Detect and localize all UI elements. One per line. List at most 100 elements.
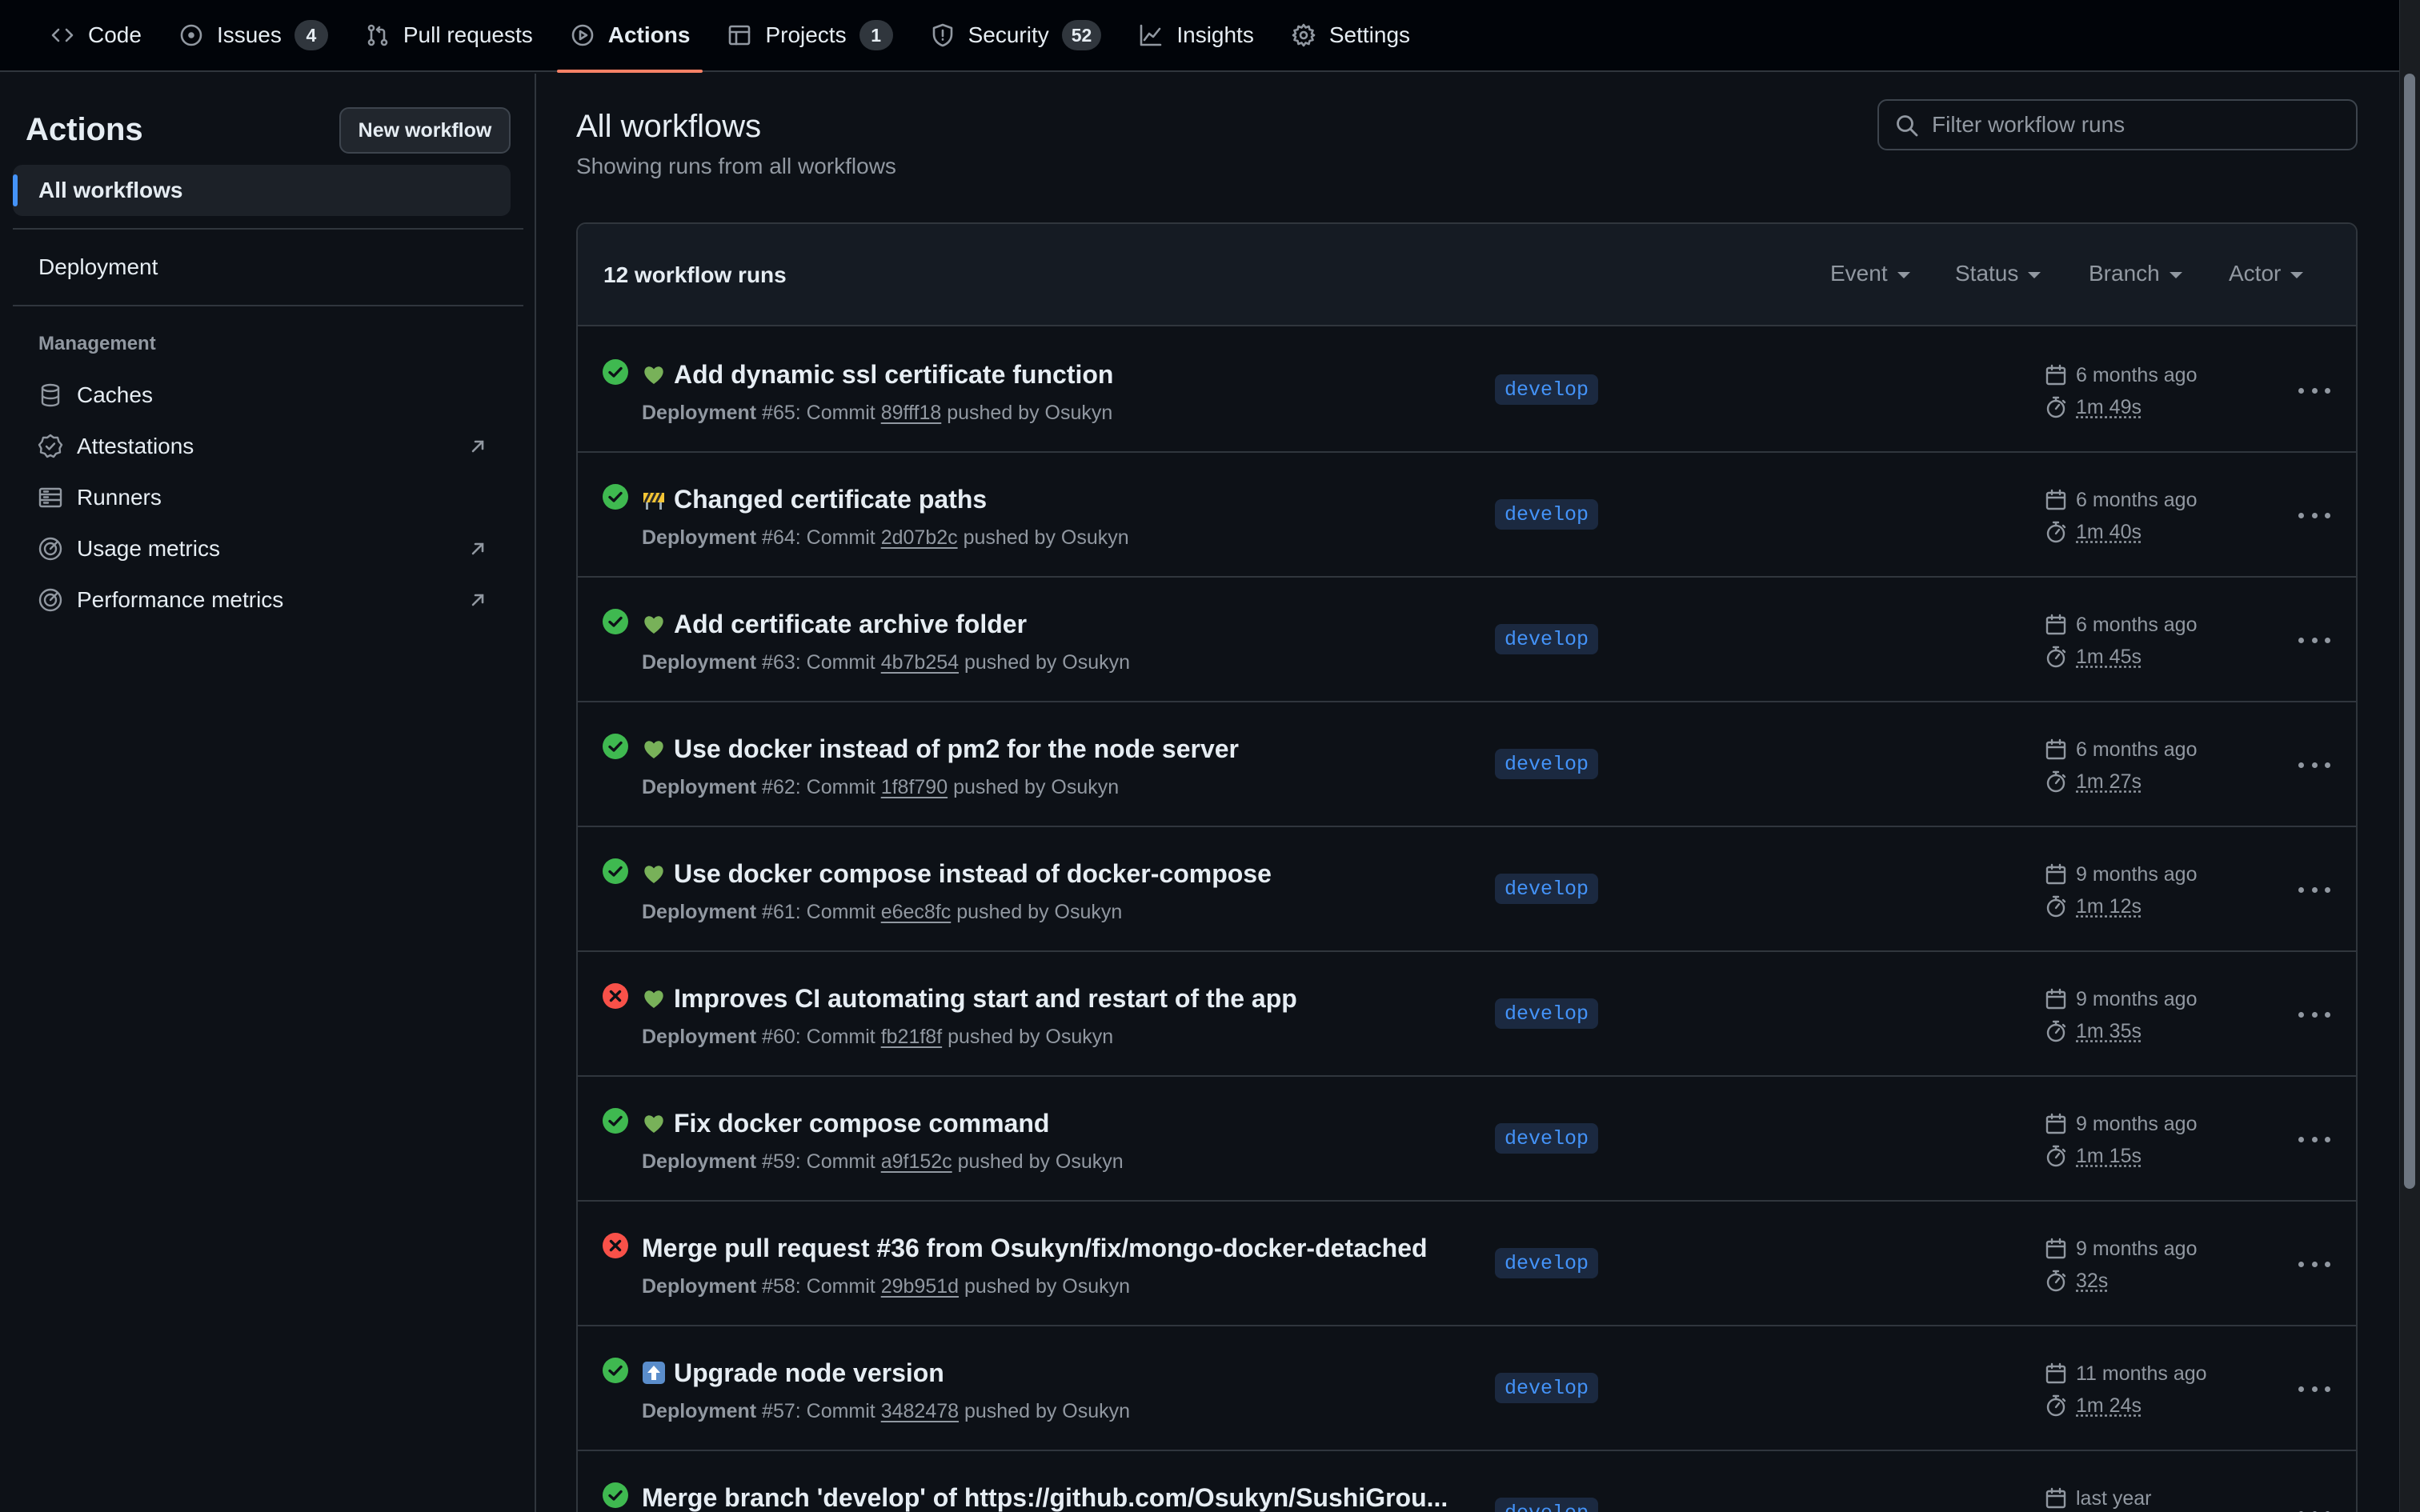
tab-code[interactable]: Code (37, 0, 154, 71)
divider (13, 228, 523, 230)
commit-link[interactable]: 2d07b2c (881, 526, 958, 549)
run-title-text: Add certificate archive folder (674, 610, 1028, 638)
run-title-link[interactable]: Fix docker compose command (642, 1109, 1049, 1138)
branch-label[interactable]: develop (1495, 1248, 1599, 1278)
run-date: 6 months ago (2044, 613, 2198, 637)
commit-link[interactable]: fb21f8f (881, 1026, 942, 1048)
run-title-link[interactable]: Add dynamic ssl certificate function (642, 360, 1113, 390)
run-number: #60: Commit (756, 1026, 881, 1048)
search-input[interactable] (1932, 112, 2348, 138)
issue-icon (180, 24, 202, 46)
workflow-run-row[interactable]: Merge branch 'develop' of https://github… (578, 1451, 2356, 1512)
kebab-horizontal-icon[interactable] (2298, 1373, 2330, 1405)
sidebar-item-attestations[interactable]: Attestations (13, 422, 511, 470)
sidebar-item-caches[interactable]: Caches (13, 371, 511, 419)
tab-security[interactable]: Security 52 (917, 0, 1115, 71)
kebab-horizontal-icon[interactable] (2298, 1498, 2330, 1512)
database-icon (41, 383, 60, 407)
run-title-link[interactable]: Improves CI automating start and restart… (642, 984, 1297, 1014)
run-title-link[interactable]: Merge branch 'develop' of https://github… (642, 1483, 1448, 1512)
stopwatch-icon (2046, 1270, 2066, 1292)
new-workflow-button[interactable]: New workflow (339, 107, 511, 154)
run-number: #64: Commit (756, 526, 881, 549)
branch-label[interactable]: develop (1495, 499, 1599, 530)
run-status (602, 1107, 629, 1134)
kebab-horizontal-icon[interactable] (2298, 749, 2330, 781)
kebab-horizontal-icon[interactable] (2298, 1123, 2330, 1155)
sidebar-item-deployment[interactable]: Deployment (13, 242, 511, 293)
workflow-run-row[interactable]: Upgrade node version Deployment #57: Comm… (578, 1326, 2356, 1451)
pushed-by-text: pushed by Osukyn (959, 1275, 1131, 1298)
workflow-run-row[interactable]: Merge pull request #36 from Osukyn/fix/m… (578, 1202, 2356, 1326)
branch-label[interactable]: develop (1495, 1373, 1599, 1403)
run-title-link[interactable]: Use docker compose instead of docker-com… (642, 859, 1272, 889)
verified-icon (38, 434, 63, 458)
commit-link[interactable]: e6ec8fc (881, 901, 952, 923)
branch-filter-dropdown[interactable]: Branch (2089, 261, 2182, 286)
workflow-run-row[interactable]: Improves CI automating start and restart… (578, 952, 2356, 1077)
tab-issues[interactable]: Issues 4 (166, 0, 341, 71)
workflow-run-row[interactable]: Add dynamic ssl certificate function Depl… (578, 328, 2356, 453)
stopwatch-icon (2046, 1020, 2066, 1042)
kebab-horizontal-icon[interactable] (2298, 499, 2330, 531)
scrollbar-thumb[interactable] (2404, 74, 2415, 1189)
run-title-text: Add dynamic ssl certificate function (674, 360, 1114, 389)
workflow-run-row[interactable]: Add certificate archive folder Deployment… (578, 578, 2356, 702)
green-heart-icon (644, 866, 663, 883)
sidebar-item-performance-metrics[interactable]: Performance metrics (13, 576, 511, 624)
run-title-link[interactable]: Use docker instead of pm2 for the node s… (642, 734, 1239, 764)
sidebar-item-runners[interactable]: Runners (13, 474, 511, 522)
gear-icon (1292, 23, 1316, 47)
tab-settings[interactable]: Settings (1278, 0, 1423, 71)
run-duration-text: 1m 24s (2076, 1394, 2142, 1417)
stopwatch-icon (2046, 1394, 2066, 1417)
kebab-horizontal-icon[interactable] (2298, 1248, 2330, 1280)
run-date-text: 9 months ago (2076, 1112, 2198, 1135)
commit-link[interactable]: 29b951d (881, 1275, 959, 1298)
branch-label[interactable]: develop (1495, 749, 1599, 779)
run-title-text: Changed certificate paths (674, 485, 988, 514)
workflow-run-row[interactable]: Changed certificate paths Deployment #64:… (578, 453, 2356, 578)
sidebar-item-label: Caches (77, 382, 153, 407)
workflow-run-row[interactable]: Fix docker compose command Deployment #59… (578, 1077, 2356, 1202)
run-title-link[interactable]: Merge pull request #36 from Osukyn/fix/m… (642, 1234, 1428, 1263)
event-filter-dropdown[interactable]: Event (1830, 261, 1910, 286)
branch-label[interactable]: develop (1495, 624, 1599, 654)
workflow-run-row[interactable]: Use docker compose instead of docker-com… (578, 827, 2356, 952)
kebab-horizontal-icon[interactable] (2298, 374, 2330, 406)
run-duration-text: 1m 45s (2076, 645, 2142, 668)
workflow-name: Deployment (642, 1400, 757, 1422)
run-meta: Deployment #62: Commit 1f8f790 pushed by… (642, 776, 1119, 799)
commit-link[interactable]: a9f152c (881, 1150, 952, 1173)
commit-link[interactable]: 3482478 (881, 1400, 959, 1422)
kebab-horizontal-icon[interactable] (2298, 998, 2330, 1030)
sidebar-item-usage-metrics[interactable]: Usage metrics (13, 525, 511, 573)
branch-label[interactable]: develop (1495, 374, 1599, 405)
table-icon (729, 25, 751, 46)
run-title-link[interactable]: Changed certificate paths (642, 485, 987, 514)
workflow-run-row[interactable]: Use docker instead of pm2 for the node s… (578, 702, 2356, 827)
status-filter-dropdown[interactable]: Status (1955, 261, 2041, 286)
tab-insights[interactable]: Insights (1125, 0, 1267, 71)
sidebar-item-label: All workflows (38, 178, 183, 202)
commit-link[interactable]: 1f8f790 (881, 776, 948, 798)
calendar-icon (2045, 1113, 2066, 1134)
tab-pull-requests[interactable]: Pull requests (352, 0, 546, 71)
run-title-link[interactable]: Upgrade node version (642, 1358, 944, 1388)
commit-link[interactable]: 89fff18 (881, 402, 942, 424)
branch-label[interactable]: develop (1495, 874, 1599, 904)
actor-filter-dropdown[interactable]: Actor (2229, 261, 2304, 286)
run-title-link[interactable]: Add certificate archive folder (642, 610, 1027, 639)
kebab-horizontal-icon[interactable] (2298, 624, 2330, 656)
branch-label[interactable]: develop (1495, 998, 1599, 1029)
kebab-horizontal-icon[interactable] (2298, 874, 2330, 906)
run-status (602, 733, 629, 760)
sidebar-item-all-workflows[interactable]: All workflows (13, 165, 511, 216)
commit-link[interactable]: 4b7b254 (881, 651, 959, 674)
check-circle-icon (603, 734, 628, 759)
branch-label[interactable]: develop (1495, 1498, 1599, 1512)
tab-projects[interactable]: Projects 1 (714, 0, 905, 71)
filter-workflow-runs[interactable] (1877, 99, 2358, 150)
tab-actions[interactable]: Actions (556, 0, 703, 73)
branch-label[interactable]: develop (1495, 1123, 1599, 1154)
